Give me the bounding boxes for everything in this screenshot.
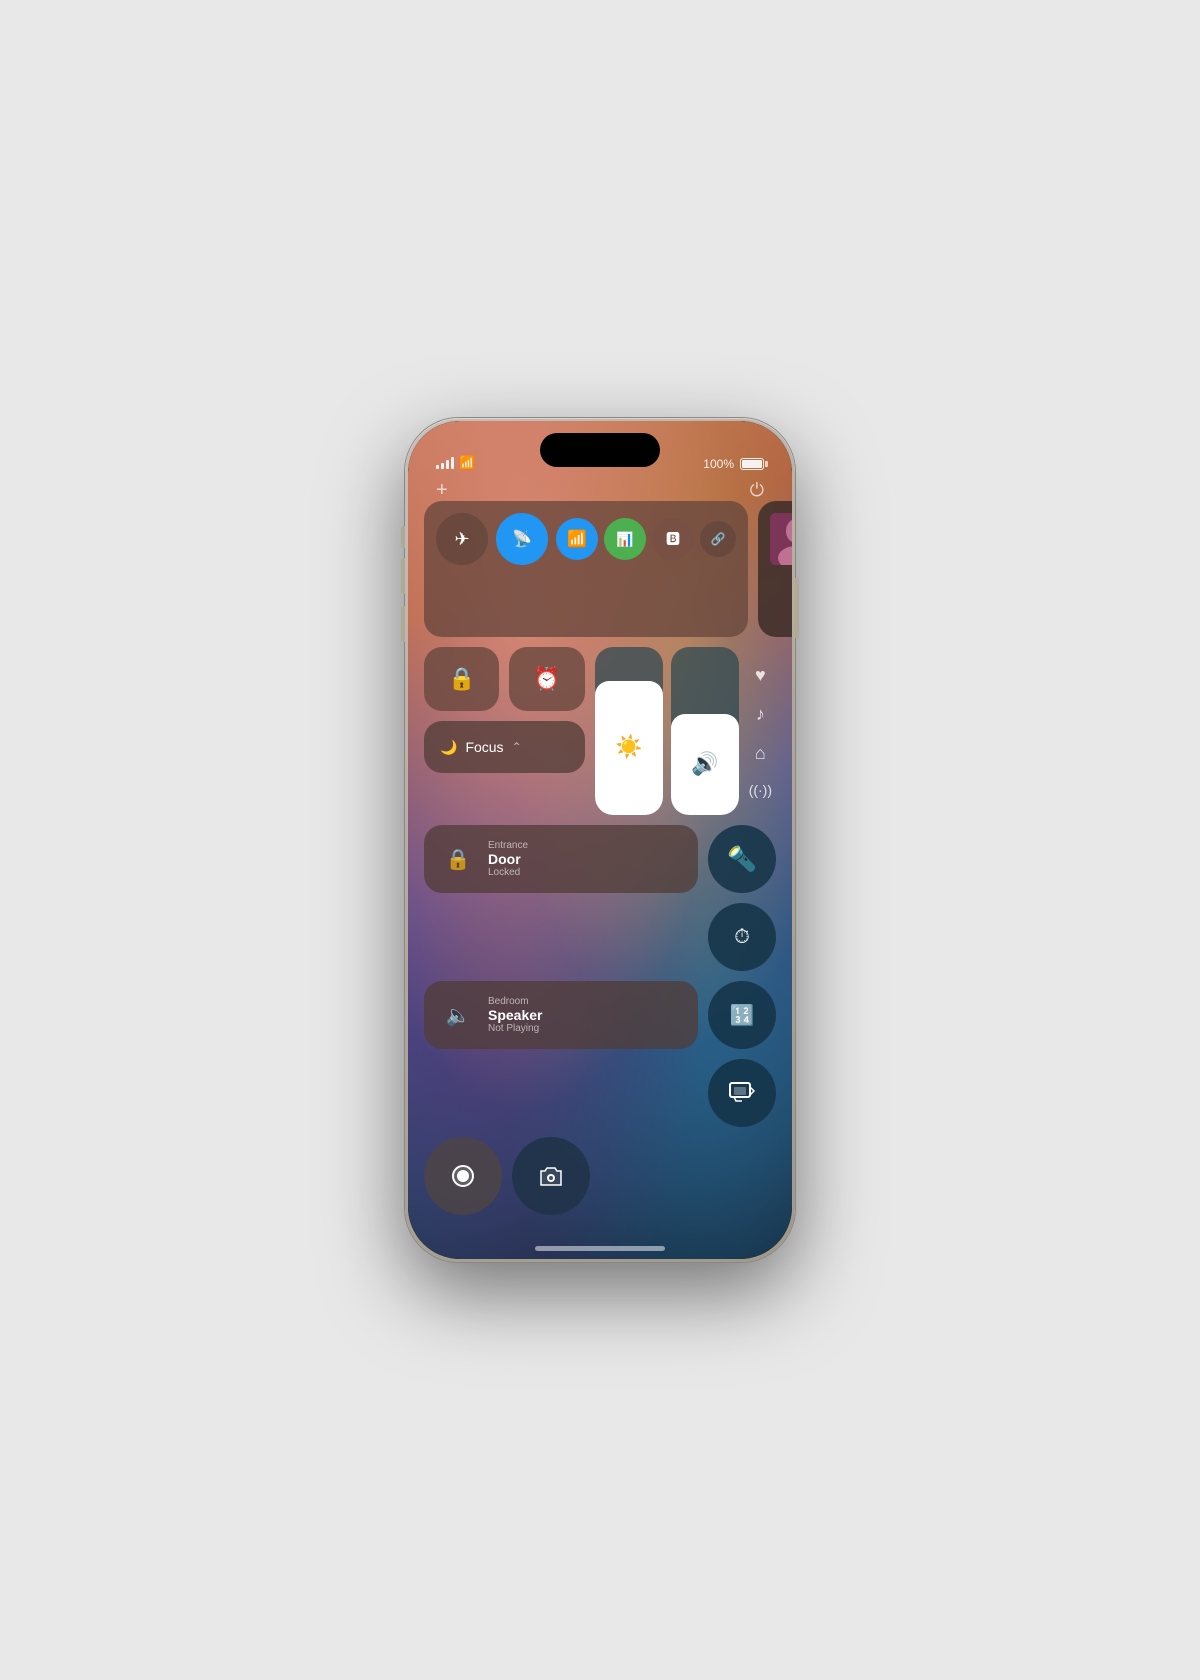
brightness-fill: ☀️ bbox=[595, 681, 663, 815]
focus-moon-icon: 🌙 bbox=[440, 739, 457, 756]
battery-percentage: 100% bbox=[703, 457, 734, 471]
heart-icon[interactable]: ♥ bbox=[755, 665, 766, 686]
volume-up-button[interactable] bbox=[401, 558, 405, 594]
phone-inner: 📶 100% + ⏻ bbox=[408, 421, 792, 1259]
volume-down-button[interactable] bbox=[401, 606, 405, 642]
cellular-button[interactable]: 📊 bbox=[604, 518, 646, 560]
music-widget[interactable]: La Fuerte Shakira & Bizarr… ⏮ ▶ bbox=[758, 501, 792, 637]
screen: 📶 100% + ⏻ bbox=[408, 421, 792, 1259]
signal-bar-1 bbox=[436, 465, 439, 469]
screen-mirror-button[interactable] bbox=[708, 1059, 776, 1127]
music-album-art bbox=[770, 513, 792, 565]
dynamic-island bbox=[540, 433, 660, 467]
home-icon[interactable]: ⌂ bbox=[755, 743, 766, 764]
airplane-mode-button[interactable]: ✈ bbox=[436, 513, 488, 565]
camera-button[interactable] bbox=[512, 1137, 590, 1215]
lock-alarm-row: 🔒 ⏰ bbox=[424, 647, 585, 711]
status-left: 📶 bbox=[436, 455, 475, 471]
volume-fill: 🔊 bbox=[671, 714, 739, 815]
hotspot-button[interactable]: 🔗 bbox=[700, 521, 736, 557]
wifi-status-icon: 📶 bbox=[459, 455, 475, 471]
status-right: 100% bbox=[703, 457, 764, 471]
music-note-icon[interactable]: ♪ bbox=[756, 704, 765, 725]
bedroom-label-main: Speaker bbox=[488, 1007, 542, 1023]
signal-bar-3 bbox=[446, 460, 449, 469]
wifi-button[interactable]: 📶 bbox=[556, 518, 598, 560]
signal-bar-2 bbox=[441, 463, 444, 469]
music-controls: ⏮ ▶ ⏭ bbox=[770, 571, 792, 598]
control-center: ✈ 📡 📶 📊 🅱 🔗 bbox=[424, 501, 776, 1229]
power-icon[interactable]: ⏻ bbox=[750, 480, 764, 501]
calc-mirror-col: 🔢 bbox=[708, 981, 776, 1127]
row-5 bbox=[424, 1137, 776, 1215]
record-button[interactable] bbox=[424, 1137, 502, 1215]
entrance-door-button[interactable]: 🔒 Entrance Door Locked bbox=[424, 825, 698, 893]
bedroom-label-sub: Not Playing bbox=[488, 1023, 542, 1034]
power-button[interactable] bbox=[795, 578, 799, 638]
focus-chevron: ⌃ bbox=[512, 740, 522, 754]
bedroom-speaker-text: Bedroom Speaker Not Playing bbox=[488, 996, 542, 1034]
signal-bars bbox=[436, 457, 454, 469]
brightness-icon: ☀️ bbox=[615, 734, 642, 770]
top-bar: + ⏻ bbox=[408, 479, 792, 502]
music-header: La Fuerte Shakira & Bizarr… bbox=[770, 513, 792, 565]
flashlight-timer-col: 🔦 ⏱ bbox=[708, 825, 776, 971]
brightness-slider[interactable]: ☀️ bbox=[595, 647, 663, 815]
airdrop-button[interactable]: 📡 bbox=[496, 513, 548, 565]
entrance-label-small: Entrance bbox=[488, 840, 528, 851]
add-icon[interactable]: + bbox=[436, 479, 448, 502]
battery-icon bbox=[740, 458, 764, 470]
connectivity-widget: ✈ 📡 📶 📊 🅱 🔗 bbox=[424, 501, 748, 637]
phone-shell: 📶 100% + ⏻ bbox=[405, 418, 795, 1262]
timer-button[interactable]: ⏱ bbox=[708, 903, 776, 971]
bedroom-label-small: Bedroom bbox=[488, 996, 542, 1007]
entrance-label-sub: Locked bbox=[488, 867, 528, 878]
focus-button[interactable]: 🌙 Focus ⌃ bbox=[424, 721, 585, 773]
row-3: 🔒 Entrance Door Locked 🔦 ⏱ bbox=[424, 825, 776, 971]
radio-icon[interactable]: ((·)) bbox=[749, 782, 772, 798]
calculator-button[interactable]: 🔢 bbox=[708, 981, 776, 1049]
speaker-icon: 🔈 bbox=[440, 997, 476, 1033]
bedroom-speaker-button[interactable]: 🔈 Bedroom Speaker Not Playing bbox=[424, 981, 698, 1049]
signal-bar-4 bbox=[451, 457, 454, 469]
side-icons: ♥ ♪ ⌂ ((·)) bbox=[745, 647, 776, 815]
focus-label: Focus bbox=[465, 739, 503, 755]
home-indicator bbox=[535, 1246, 665, 1251]
flashlight-button[interactable]: 🔦 bbox=[708, 825, 776, 893]
silent-switch[interactable] bbox=[401, 526, 405, 548]
row-1: ✈ 📡 📶 📊 🅱 🔗 bbox=[424, 501, 776, 637]
lock-icon: 🔒 bbox=[440, 841, 476, 877]
left-controls: 🔒 ⏰ 🌙 Focus ⌃ bbox=[424, 647, 585, 815]
volume-icon: 🔊 bbox=[691, 751, 718, 787]
row-2: 🔒 ⏰ 🌙 Focus ⌃ bbox=[424, 647, 776, 815]
screen-lock-button[interactable]: 🔒 bbox=[424, 647, 499, 711]
vertical-sliders: ☀️ 🔊 bbox=[595, 647, 739, 815]
row-4: 🔈 Bedroom Speaker Not Playing 🔢 bbox=[424, 981, 776, 1127]
sliders-area: ☀️ 🔊 ♥ bbox=[595, 647, 776, 815]
bluetooth-button[interactable]: 🅱 bbox=[652, 518, 694, 560]
entrance-door-text: Entrance Door Locked bbox=[488, 840, 528, 878]
entrance-label-main: Door bbox=[488, 851, 528, 867]
battery-fill bbox=[742, 460, 762, 468]
volume-slider[interactable]: 🔊 bbox=[671, 647, 739, 815]
alarm-button[interactable]: ⏰ bbox=[509, 647, 584, 711]
